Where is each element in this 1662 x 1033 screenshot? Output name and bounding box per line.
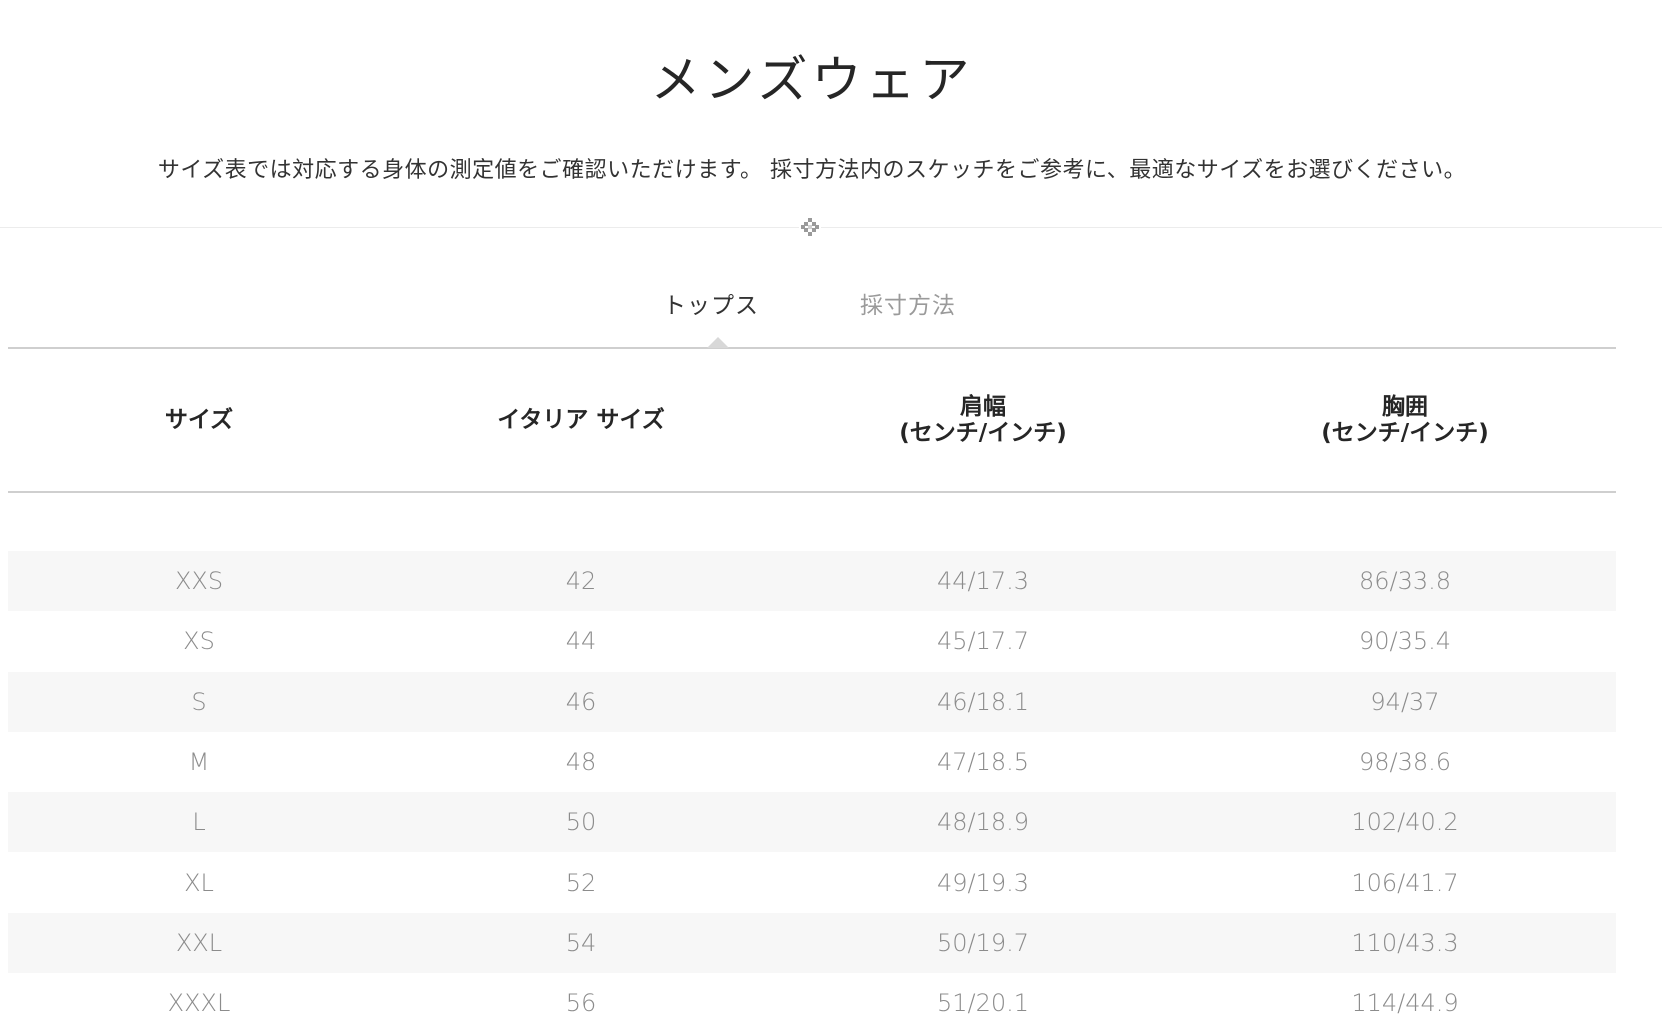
cell-italy-size: 56 <box>565 989 597 1018</box>
cell-size: L <box>192 808 206 837</box>
caret-up-icon <box>707 337 729 348</box>
cell-size: XS <box>183 627 215 656</box>
table-row: XXL 54 50/19.7 110/43.3 <box>8 912 1616 974</box>
cell-chest: 90/35.4 <box>1358 627 1452 656</box>
cell-size: M <box>188 748 210 777</box>
table-row: XL 52 49/19.3 106/41.7 <box>8 852 1616 912</box>
header-chest: 胸囲 (センチ/インチ) <box>1194 349 1616 491</box>
cell-italy-size: 50 <box>565 808 597 837</box>
header-italy-size-label: イタリア サイズ <box>497 407 665 433</box>
header-chest-unit: (センチ/インチ) <box>1321 420 1489 446</box>
cell-size: XXS <box>174 567 224 596</box>
tab-bar: トップス 採寸方法 <box>0 286 1624 326</box>
header-size-label: サイズ <box>164 407 234 433</box>
cell-chest: 106/41.7 <box>1351 868 1459 897</box>
cell-shoulder: 49/19.3 <box>936 868 1030 897</box>
table-row: XS 44 45/17.7 90/35.4 <box>8 611 1616 671</box>
table-row: L 50 48/18.9 102/40.2 <box>8 792 1616 853</box>
cell-italy-size: 48 <box>565 748 597 777</box>
cell-chest: 98/38.6 <box>1358 748 1452 777</box>
size-table: サイズ イタリア サイズ 肩幅 (センチ/インチ) 胸囲 (センチ/インチ) X… <box>8 349 1616 1017</box>
diamond-ornament-icon <box>799 216 821 238</box>
table-body: XXS 42 44/17.3 86/33.8 XS 44 45/17.7 90/… <box>8 551 1616 1033</box>
cell-chest: 110/43.3 <box>1351 928 1459 957</box>
header-size: サイズ <box>8 349 390 491</box>
header-shoulder: 肩幅 (センチ/インチ) <box>772 349 1194 491</box>
cell-chest: 114/44.9 <box>1351 989 1459 1018</box>
tab-how-to-measure[interactable]: 採寸方法 <box>860 286 956 320</box>
section-divider <box>0 227 1662 228</box>
cell-shoulder: 50/19.7 <box>936 928 1030 957</box>
table-row: XXXL 56 51/20.1 114/44.9 <box>8 973 1616 1033</box>
cell-size: XXL <box>175 928 223 957</box>
table-header: サイズ イタリア サイズ 肩幅 (センチ/インチ) 胸囲 (センチ/インチ) <box>8 349 1616 493</box>
header-chest-label: 胸囲 <box>1382 394 1428 420</box>
header-italy-size: イタリア サイズ <box>390 349 772 491</box>
cell-size: XL <box>184 868 214 897</box>
cell-shoulder: 47/18.5 <box>936 748 1030 777</box>
cell-italy-size: 44 <box>565 627 597 656</box>
page-subtitle: サイズ表では対応する身体の測定値をご確認いただけます。 採寸方法内のスケッチをご… <box>157 158 1467 183</box>
header-shoulder-label: 肩幅 <box>960 394 1006 420</box>
table-row: M 48 47/18.5 98/38.6 <box>8 732 1616 792</box>
table-row: S 46 46/18.1 94/37 <box>8 671 1616 732</box>
tab-tops[interactable]: トップス <box>663 286 759 320</box>
cell-shoulder: 51/20.1 <box>936 989 1030 1018</box>
header-shoulder-unit: (センチ/インチ) <box>899 420 1067 446</box>
cell-size: XXXL <box>167 989 231 1018</box>
cell-chest: 86/33.8 <box>1358 567 1452 596</box>
cell-italy-size: 42 <box>565 567 597 596</box>
cell-chest: 102/40.2 <box>1351 808 1459 837</box>
page-title: メンズウェア <box>650 51 974 109</box>
cell-shoulder: 48/18.9 <box>936 808 1030 837</box>
cell-chest: 94/37 <box>1370 687 1440 716</box>
cell-shoulder: 44/17.3 <box>936 567 1030 596</box>
cell-italy-size: 52 <box>565 868 597 897</box>
cell-shoulder: 45/17.7 <box>936 627 1030 656</box>
table-row: XXS 42 44/17.3 86/33.8 <box>8 551 1616 612</box>
cell-shoulder: 46/18.1 <box>936 687 1030 716</box>
cell-italy-size: 46 <box>565 687 597 716</box>
cell-size: S <box>191 687 207 716</box>
cell-italy-size: 54 <box>565 928 597 957</box>
